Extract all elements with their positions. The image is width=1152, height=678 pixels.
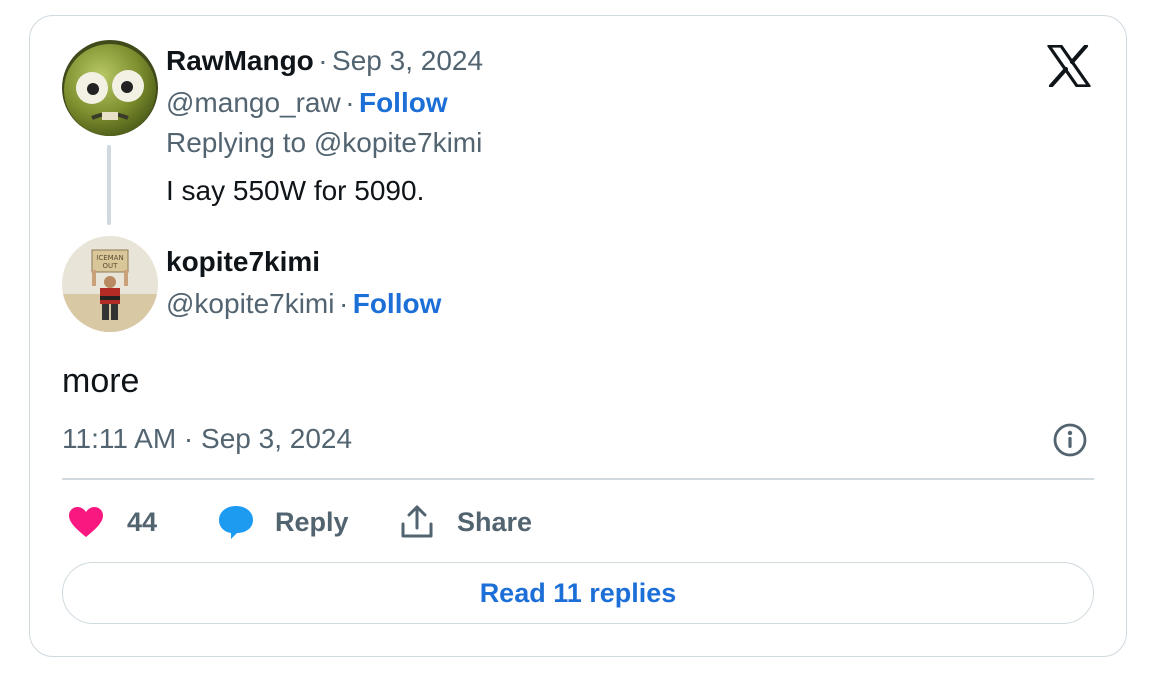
like-button[interactable]: 44	[67, 500, 157, 544]
reply-text: I say 550W for 5090.	[166, 175, 425, 206]
tweet-follow-link[interactable]: Follow	[353, 288, 442, 319]
reply-handle[interactable]: @mango_raw	[166, 87, 341, 118]
tweet-author-name[interactable]: kopite7kimi	[166, 246, 320, 277]
share-button[interactable]: Share	[399, 500, 532, 544]
reply-button[interactable]: Reply	[217, 500, 349, 544]
share-icon	[401, 505, 433, 538]
x-logo-icon[interactable]	[1047, 44, 1091, 88]
reply-author-name[interactable]: RawMango	[166, 45, 314, 76]
avatar-sign-line1: ICEMAN	[96, 254, 123, 262]
avatar-sign-line2: OUT	[103, 262, 119, 270]
kopite7kimi-avatar[interactable]: ICEMAN OUT	[62, 236, 158, 332]
like-count: 44	[127, 506, 158, 537]
info-icon[interactable]	[1052, 422, 1088, 458]
share-label: Share	[457, 506, 533, 537]
reply-follow-link[interactable]: Follow	[359, 87, 448, 118]
tweet-handle-row: @kopite7kimi · Follow	[166, 287, 441, 326]
reply-handle-separator: ·	[345, 87, 355, 118]
reply-date[interactable]: Sep 3, 2024	[332, 45, 483, 76]
tweet-handle[interactable]: @kopite7kimi	[166, 288, 334, 319]
thread-connector-line	[107, 145, 111, 225]
tweet-handle-separator: ·	[338, 288, 349, 319]
reply-handle-row: @mango_raw · Follow	[166, 86, 448, 125]
tweet-author-name-row: kopite7kimi	[166, 245, 320, 284]
tweet-timestamp[interactable]: 11:11 AM · Sep 3, 2024	[62, 422, 352, 456]
kopite7kimi-avatar-image: ICEMAN OUT	[62, 236, 158, 332]
reply-header: RawMango · Sep 3, 2024	[166, 44, 483, 83]
read-replies-button[interactable]: Read 11 replies	[62, 562, 1094, 624]
heart-icon	[69, 507, 103, 537]
reply-separator: ·	[318, 45, 328, 76]
rawmango-avatar-image	[62, 40, 158, 136]
tweet-text: more	[62, 362, 140, 400]
read-replies-label: Read 11 replies	[479, 577, 677, 608]
reply-label: Reply	[275, 506, 349, 537]
rawmango-avatar[interactable]	[62, 40, 158, 136]
replying-to-text[interactable]: Replying to @kopite7kimi	[166, 126, 482, 160]
actions-divider	[62, 478, 1094, 480]
speech-bubble-icon	[219, 506, 253, 539]
